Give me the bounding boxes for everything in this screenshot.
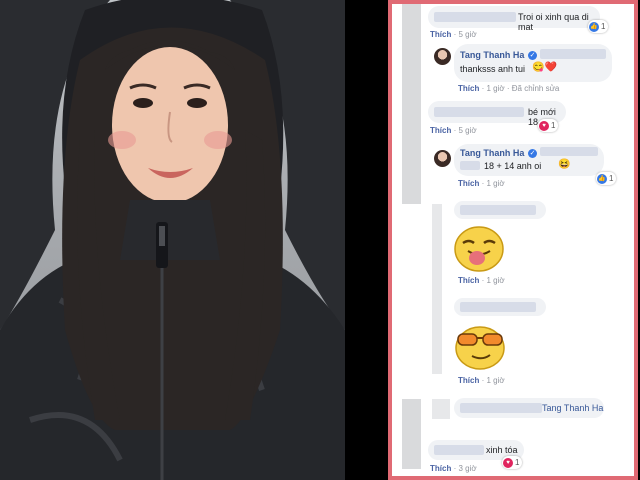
reaction-badge[interactable]: ♥ 1 (502, 456, 523, 469)
reaction-badge[interactable]: 👍 1 (596, 172, 617, 185)
comment-bubble: Troi oi xinh qua di mat (428, 6, 600, 32)
comments-panel: Troi oi xinh qua di mat 👍 1 Thích · 5 gi… (388, 0, 638, 480)
redacted-name (540, 49, 606, 59)
thread-rail (432, 204, 442, 374)
like-link[interactable]: Thích (458, 276, 479, 285)
comment-bubble: Tang Thanh Ha (454, 398, 604, 418)
laughing-emoji-icon: 😆 (558, 159, 571, 170)
comment-meta: Thích · 1 giờ (458, 276, 505, 285)
comment-meta: Thích · 5 giờ (430, 126, 477, 135)
love-reaction-icon: ♥ (503, 457, 513, 468)
comment-text: thanksss anh tui (460, 64, 526, 74)
love-reaction-icon: ♥ (539, 120, 549, 131)
comment-meta: Thích · 1 giờ · Đã chỉnh sửa (458, 84, 560, 93)
like-reaction-icon: 👍 (597, 173, 607, 184)
author-name[interactable]: Tang Thanh Ha (460, 50, 524, 60)
avatar[interactable] (434, 48, 451, 65)
comment-meta: Thích · 3 giờ (430, 464, 477, 473)
like-link[interactable]: Thích (430, 30, 451, 39)
redacted-name (434, 107, 524, 117)
thread-rail (402, 4, 421, 204)
comment-text: xinh tóa (486, 445, 518, 455)
edited-label[interactable]: Đã chỉnh sửa (512, 84, 560, 93)
comment-bubble: Tang Thanh Ha ✓ 18 + 14 anh oi 😆 (454, 144, 604, 176)
avatar[interactable] (434, 150, 451, 167)
thread-rail (402, 399, 421, 469)
like-link[interactable]: Thích (458, 376, 479, 385)
verified-badge-icon: ✓ (528, 51, 537, 60)
redacted-name (460, 161, 480, 170)
comment-meta: Thích · 1 giờ (458, 179, 505, 188)
sunglasses-emoji-sticker (455, 326, 505, 370)
reaction-badge[interactable]: ♥ 1 (538, 119, 559, 132)
redacted-name (460, 302, 536, 312)
comment-bubble (454, 298, 546, 316)
comment-bubble (454, 201, 546, 219)
comment-text: 18 + 14 anh oi (484, 161, 542, 171)
selfie-photo (0, 0, 345, 480)
redacted-name (540, 147, 598, 156)
reaction-badge[interactable]: 👍 1 (588, 20, 609, 33)
like-reaction-icon: 👍 (589, 21, 599, 32)
author-name[interactable]: Tang Thanh Ha (460, 148, 524, 158)
redacted-name (434, 445, 484, 455)
emoji-icon: 😋❤️ (532, 62, 557, 73)
like-link[interactable]: Thích (458, 84, 479, 93)
comment-meta: Thích · 5 giờ (430, 30, 477, 39)
comment-meta: Thích · 1 giờ (458, 376, 505, 385)
tongue-emoji-sticker (454, 226, 504, 272)
black-divider (345, 0, 388, 480)
redacted-name (460, 205, 536, 215)
comment-bubble: Tang Thanh Ha ✓ thanksss anh tui 😋❤️ (454, 44, 612, 82)
mention-link[interactable]: Tang Thanh Ha (542, 403, 603, 413)
thread-rail (432, 399, 450, 419)
like-link[interactable]: Thích (430, 464, 451, 473)
redacted-name (434, 12, 516, 22)
verified-badge-icon: ✓ (528, 149, 537, 158)
like-link[interactable]: Thích (458, 179, 479, 188)
like-link[interactable]: Thích (430, 126, 451, 135)
redacted-name (460, 403, 542, 413)
